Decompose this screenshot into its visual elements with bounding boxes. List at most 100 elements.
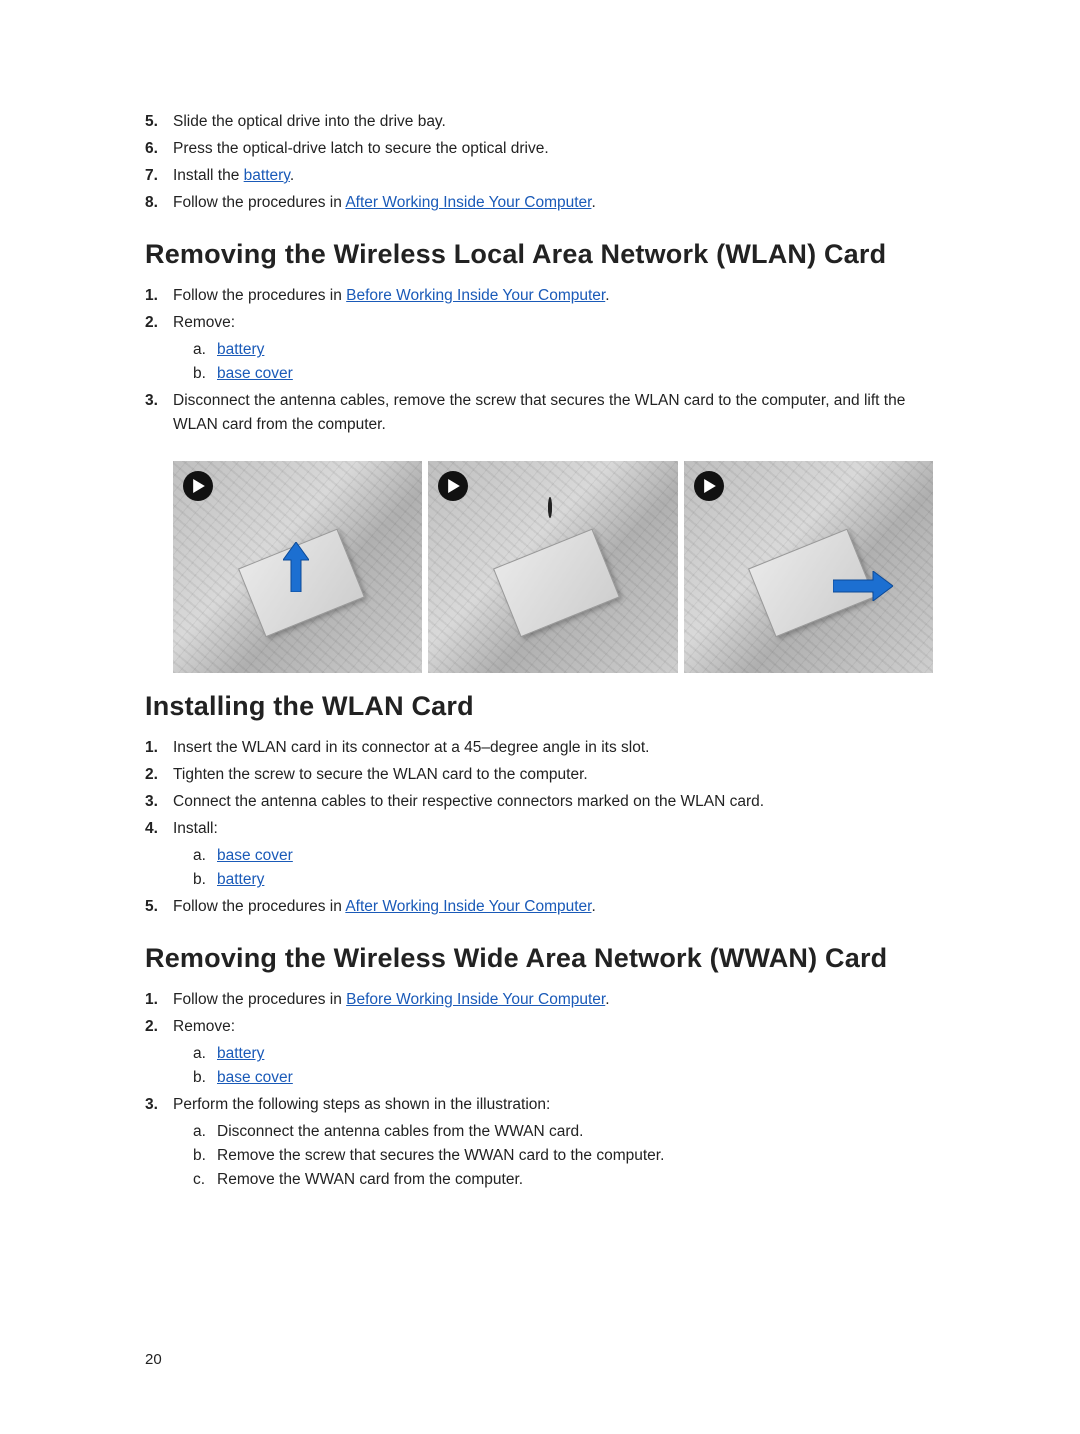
substep-text: base cover bbox=[217, 844, 940, 868]
step: 1.Follow the procedures in Before Workin… bbox=[145, 284, 940, 308]
step-number: 5. bbox=[145, 110, 173, 134]
link-base-cover[interactable]: base cover bbox=[217, 365, 293, 382]
substep: b.base cover bbox=[173, 1066, 940, 1090]
substep: b.battery bbox=[173, 868, 940, 892]
substep-text: base cover bbox=[217, 1066, 940, 1090]
substep-letter: a. bbox=[193, 1042, 217, 1066]
step: 1.Follow the procedures in Before Workin… bbox=[145, 988, 940, 1012]
step-text: Slide the optical drive into the drive b… bbox=[173, 110, 940, 134]
figure-panel-1 bbox=[173, 461, 422, 673]
step-number: 2. bbox=[145, 763, 173, 787]
step-number: 7. bbox=[145, 164, 173, 188]
step-text: Press the optical-drive latch to secure … bbox=[173, 137, 940, 161]
substep-text: Remove the screw that secures the WWAN c… bbox=[217, 1144, 940, 1168]
step-number: 1. bbox=[145, 736, 173, 760]
play-icon bbox=[694, 471, 724, 501]
figure-panel-2 bbox=[428, 461, 677, 673]
link-battery[interactable]: battery bbox=[217, 871, 264, 888]
step-number: 4. bbox=[145, 817, 173, 892]
step-number: 2. bbox=[145, 1015, 173, 1090]
link-before-working[interactable]: Before Working Inside Your Computer bbox=[346, 287, 605, 304]
step-text: Follow the procedures in Before Working … bbox=[173, 988, 940, 1012]
link-base-cover[interactable]: base cover bbox=[217, 1069, 293, 1086]
step-number: 6. bbox=[145, 137, 173, 161]
substeps: a.base coverb.battery bbox=[173, 844, 940, 892]
page-number: 20 bbox=[145, 1351, 162, 1368]
figure-panel-3 bbox=[684, 461, 933, 673]
substep: c.Remove the WWAN card from the computer… bbox=[173, 1168, 940, 1192]
substep: a.battery bbox=[173, 338, 940, 362]
step-text: Install:a.base coverb.battery bbox=[173, 817, 940, 892]
substep-letter: b. bbox=[193, 1066, 217, 1090]
link-after-working[interactable]: After Working Inside Your Computer bbox=[345, 898, 591, 915]
arrow-up-icon bbox=[283, 542, 309, 592]
substeps: a.Disconnect the antenna cables from the… bbox=[173, 1120, 940, 1192]
install-wlan-steps: 1.Insert the WLAN card in its connector … bbox=[145, 736, 940, 919]
remove-wwan-steps: 1.Follow the procedures in Before Workin… bbox=[145, 988, 940, 1192]
substep-letter: b. bbox=[193, 362, 217, 386]
substep-text: battery bbox=[217, 1042, 940, 1066]
step-text: Tighten the screw to secure the WLAN car… bbox=[173, 763, 940, 787]
step: 2.Tighten the screw to secure the WLAN c… bbox=[145, 763, 940, 787]
substep-letter: a. bbox=[193, 338, 217, 362]
step-number: 3. bbox=[145, 790, 173, 814]
step: 3.Perform the following steps as shown i… bbox=[145, 1093, 940, 1192]
step-text: Insert the WLAN card in its connector at… bbox=[173, 736, 940, 760]
link-battery[interactable]: battery bbox=[217, 1045, 264, 1062]
play-icon bbox=[183, 471, 213, 501]
remove-wlan-steps: 1.Follow the procedures in Before Workin… bbox=[145, 284, 940, 437]
play-icon bbox=[438, 471, 468, 501]
step-text: Disconnect the antenna cables, remove th… bbox=[173, 389, 940, 437]
substep-text: battery bbox=[217, 338, 940, 362]
page-content: 5.Slide the optical drive into the drive… bbox=[145, 110, 940, 1216]
heading-remove-wwan: Removing the Wireless Wide Area Network … bbox=[145, 943, 940, 974]
substep: b.base cover bbox=[173, 362, 940, 386]
step-text: Remove:a.batteryb.base cover bbox=[173, 311, 940, 386]
substep-letter: b. bbox=[193, 1144, 217, 1168]
step: 5.Follow the procedures in After Working… bbox=[145, 895, 940, 919]
step-number: 8. bbox=[145, 191, 173, 215]
step-text: Remove:a.batteryb.base cover bbox=[173, 1015, 940, 1090]
step: 2.Remove:a.batteryb.base cover bbox=[145, 1015, 940, 1090]
wlan-removal-figure bbox=[173, 461, 933, 673]
link-base-cover[interactable]: base cover bbox=[217, 847, 293, 864]
substep-text: base cover bbox=[217, 362, 940, 386]
substep: a.battery bbox=[173, 1042, 940, 1066]
step: 3.Connect the antenna cables to their re… bbox=[145, 790, 940, 814]
link-battery[interactable]: battery bbox=[244, 167, 290, 184]
step-number: 1. bbox=[145, 284, 173, 308]
screw-icon bbox=[548, 499, 562, 559]
step: 6.Press the optical-drive latch to secur… bbox=[145, 137, 940, 161]
substep-letter: a. bbox=[193, 1120, 217, 1144]
step: 1.Insert the WLAN card in its connector … bbox=[145, 736, 940, 760]
substep-letter: c. bbox=[193, 1168, 217, 1192]
step: 2.Remove:a.batteryb.base cover bbox=[145, 311, 940, 386]
step-text: Follow the procedures in After Working I… bbox=[173, 191, 940, 215]
substep: a.Disconnect the antenna cables from the… bbox=[173, 1120, 940, 1144]
substep-text: Disconnect the antenna cables from the W… bbox=[217, 1120, 940, 1144]
substep: b.Remove the screw that secures the WWAN… bbox=[173, 1144, 940, 1168]
step-number: 3. bbox=[145, 1093, 173, 1192]
heading-remove-wlan: Removing the Wireless Local Area Network… bbox=[145, 239, 940, 270]
arrow-right-icon bbox=[833, 571, 893, 601]
step-number: 2. bbox=[145, 311, 173, 386]
link-battery[interactable]: battery bbox=[217, 341, 264, 358]
step: 8.Follow the procedures in After Working… bbox=[145, 191, 940, 215]
step: 4.Install:a.base coverb.battery bbox=[145, 817, 940, 892]
substep: a.base cover bbox=[173, 844, 940, 868]
step: 3.Disconnect the antenna cables, remove … bbox=[145, 389, 940, 437]
prior-section-steps: 5.Slide the optical drive into the drive… bbox=[145, 110, 940, 215]
substep-letter: b. bbox=[193, 868, 217, 892]
step-text: Perform the following steps as shown in … bbox=[173, 1093, 940, 1192]
heading-install-wlan: Installing the WLAN Card bbox=[145, 691, 940, 722]
step-text: Follow the procedures in Before Working … bbox=[173, 284, 940, 308]
step-text: Install the battery. bbox=[173, 164, 940, 188]
substeps: a.batteryb.base cover bbox=[173, 338, 940, 386]
step-number: 5. bbox=[145, 895, 173, 919]
step: 5.Slide the optical drive into the drive… bbox=[145, 110, 940, 134]
step-number: 3. bbox=[145, 389, 173, 437]
step-number: 1. bbox=[145, 988, 173, 1012]
link-before-working[interactable]: Before Working Inside Your Computer bbox=[346, 991, 605, 1008]
step: 7.Install the battery. bbox=[145, 164, 940, 188]
link-after-working[interactable]: After Working Inside Your Computer bbox=[345, 194, 591, 211]
